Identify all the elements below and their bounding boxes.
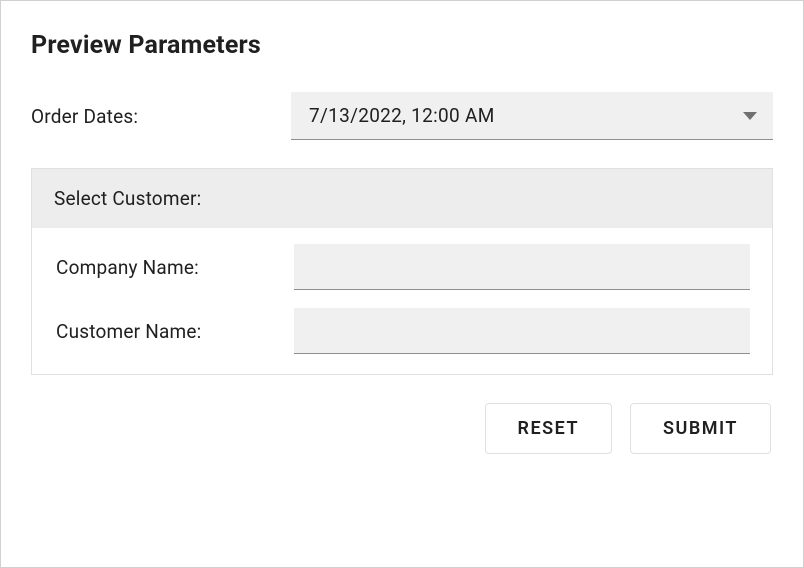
order-dates-label: Order Dates: xyxy=(31,105,291,128)
page-title: Preview Parameters xyxy=(31,31,773,60)
customer-name-label: Customer Name: xyxy=(54,320,294,343)
customer-name-row: Customer Name: xyxy=(54,308,750,354)
customer-name-input[interactable] xyxy=(294,308,750,354)
preview-parameters-container: Preview Parameters Order Dates: 7/13/202… xyxy=(1,1,803,474)
order-dates-dropdown[interactable]: 7/13/2022, 12:00 AM xyxy=(291,92,773,140)
company-name-label: Company Name: xyxy=(54,256,294,279)
company-name-row: Company Name: xyxy=(54,244,750,290)
order-dates-value: 7/13/2022, 12:00 AM xyxy=(309,104,495,127)
company-name-input[interactable] xyxy=(294,244,750,290)
select-customer-header: Select Customer: xyxy=(32,169,772,228)
reset-button[interactable]: RESET xyxy=(485,403,612,454)
order-dates-row: Order Dates: 7/13/2022, 12:00 AM xyxy=(31,92,773,140)
submit-button[interactable]: SUBMIT xyxy=(630,403,771,454)
actions-bar: RESET SUBMIT xyxy=(31,403,773,454)
select-customer-panel: Select Customer: Company Name: Customer … xyxy=(31,168,773,375)
select-customer-body: Company Name: Customer Name: xyxy=(32,228,772,374)
chevron-down-icon xyxy=(743,112,757,120)
